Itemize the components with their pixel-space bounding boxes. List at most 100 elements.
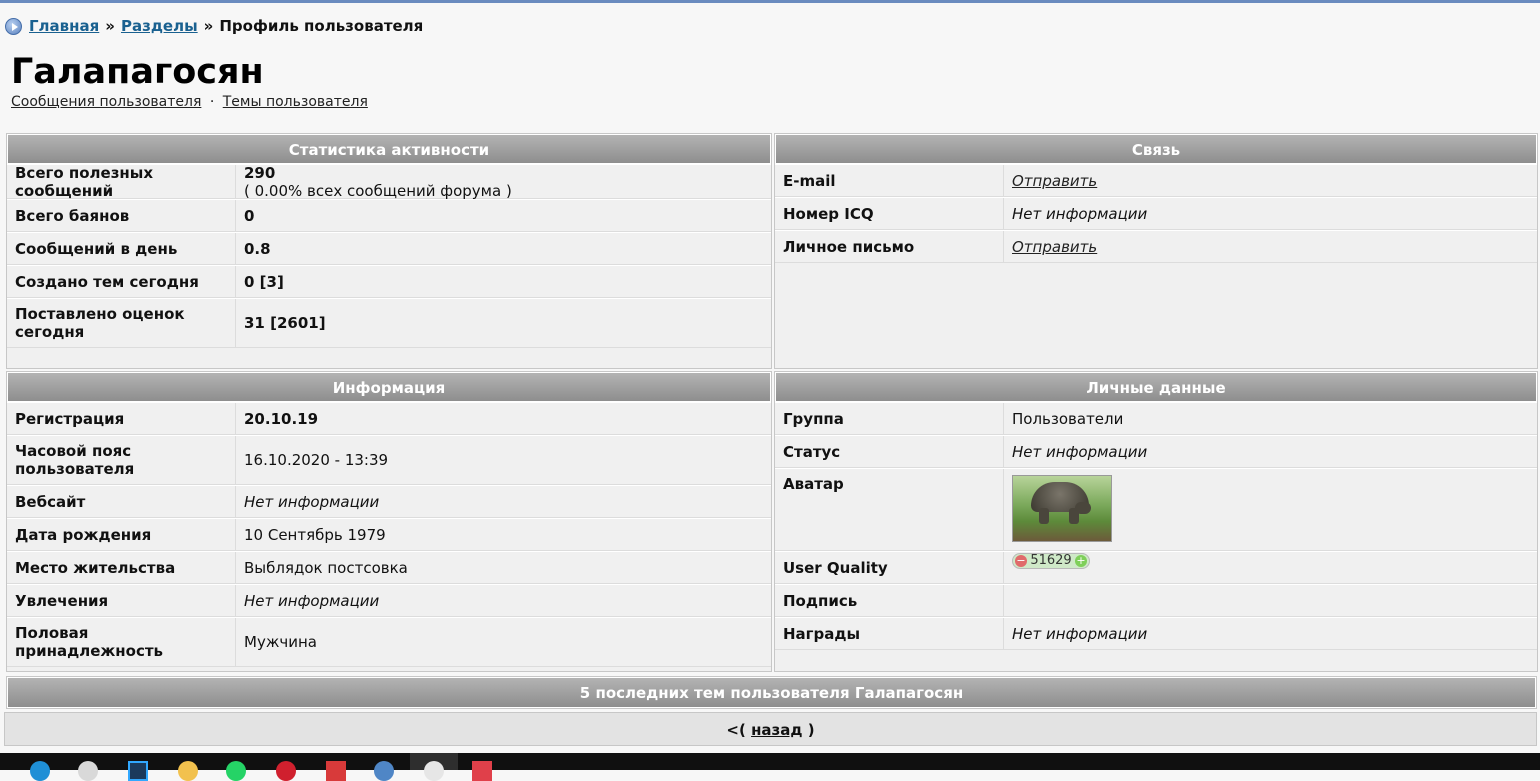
recent-topics-panel: 5 последних тем пользователя Галапагосян	[6, 676, 1537, 709]
info-value: 16.10.2020 - 13:39	[244, 451, 389, 469]
user-posts-link[interactable]: Сообщения пользователя	[11, 94, 201, 110]
stat-value: 290 ( 0.00% всех сообщений форума )	[236, 163, 771, 200]
info-value: Нет информации	[244, 492, 380, 511]
stat-label: Сообщений в день	[7, 233, 236, 264]
contact-label: Номер ICQ	[775, 198, 1004, 229]
info-label: Половая принадлежность	[7, 618, 236, 666]
info-value: 20.10.19	[244, 409, 319, 428]
personal-label: Статус	[775, 436, 1004, 467]
info-row-birthday: Дата рождения 10 Сентябрь 1979	[7, 518, 771, 551]
user-quality-value: 51629	[1030, 553, 1072, 568]
personal-value: Нет информации	[1012, 624, 1148, 643]
useful-percent: ( 0.00% всех сообщений форума )	[244, 181, 512, 200]
personal-row-signature: Подпись	[775, 584, 1537, 617]
recent-topics-title: 5 последних тем пользователя Галапагосян	[7, 677, 1536, 708]
photoshop-icon[interactable]	[128, 761, 148, 781]
personal-panel: Личные данные Группа Пользователи Статус…	[774, 371, 1538, 672]
user-topics-link[interactable]: Темы пользователя	[223, 94, 368, 110]
personal-label: User Quality	[775, 552, 1004, 583]
personal-value: Нет информации	[1012, 442, 1148, 461]
breadcrumb-separator: »	[203, 17, 214, 35]
personal-label: Подпись	[775, 585, 1004, 616]
personal-value	[1004, 585, 1537, 616]
rate-down-button[interactable]: −	[1015, 555, 1027, 567]
activity-panel: Статистика активности Всего полезных соо…	[6, 133, 772, 369]
folder-icon[interactable]	[178, 761, 198, 781]
contact-panel-title: Связь	[775, 134, 1537, 164]
top-border	[0, 0, 1540, 3]
link-separator: ·	[209, 94, 215, 110]
globe-icon[interactable]	[374, 761, 394, 781]
rate-up-button[interactable]: +	[1075, 555, 1087, 567]
info-value: Нет информации	[244, 591, 380, 610]
back-bar: <( назад )	[4, 712, 1537, 746]
info-row-gender: Половая принадлежность Мужчина	[7, 617, 771, 667]
chrome-icon[interactable]	[424, 761, 444, 781]
info-row-location: Место жительства Выблядок постсовка	[7, 551, 771, 584]
back-prefix: <(	[726, 721, 746, 739]
info-row-timezone: Часовой пояс пользователя 16.10.2020 - 1…	[7, 435, 771, 485]
info-label: Регистрация	[7, 403, 236, 434]
tortoise-head	[1075, 502, 1091, 514]
app-icon-red[interactable]	[472, 761, 492, 781]
info-panel-title: Информация	[7, 372, 771, 402]
activity-panel-title: Статистика активности	[7, 134, 771, 164]
personal-row-awards: Награды Нет информации	[775, 617, 1537, 650]
info-value: Мужчина	[244, 633, 317, 651]
info-row-registration: Регистрация 20.10.19	[7, 402, 771, 435]
stat-row-useful: Всего полезных сообщений 290 ( 0.00% все…	[7, 163, 771, 200]
contact-label: Личное письмо	[775, 231, 1004, 262]
personal-label: Аватар	[775, 469, 1004, 550]
stat-row-ratings: Поставлено оценок сегодня 31 [2601]	[7, 298, 771, 348]
play-icon	[5, 17, 22, 35]
app-icon[interactable]	[78, 761, 98, 781]
stat-row-bayans: Всего баянов 0	[7, 199, 771, 232]
calendar-icon[interactable]	[326, 761, 346, 781]
personal-label: Группа	[775, 403, 1004, 434]
contact-row-email: E-mail Отправить	[775, 164, 1537, 197]
useful-count: 290	[244, 163, 276, 182]
avatar-label: Аватар	[783, 475, 844, 493]
personal-row-group: Группа Пользователи	[775, 402, 1537, 435]
contact-value: Отправить	[1004, 231, 1537, 262]
info-panel: Информация Регистрация 20.10.19 Часовой …	[6, 371, 772, 672]
user-links: Сообщения пользователя · Темы пользовате…	[11, 94, 368, 110]
contact-value: Отправить	[1004, 165, 1537, 196]
whatsapp-icon[interactable]	[226, 761, 246, 781]
info-value: 10 Сентябрь 1979	[244, 525, 386, 544]
breadcrumb-separator: »	[105, 17, 115, 35]
personal-row-avatar: Аватар	[775, 468, 1537, 551]
info-label: Дата рождения	[7, 519, 236, 550]
personal-panel-title: Личные данные	[775, 372, 1537, 402]
stat-row-topics-today: Создано тем сегодня 0 [3]	[7, 265, 771, 298]
back-suffix: )	[807, 721, 815, 739]
stat-label: Поставлено оценок сегодня	[7, 299, 236, 347]
back-link[interactable]: назад	[751, 721, 802, 739]
send-email-link[interactable]: Отправить	[1012, 172, 1529, 190]
stat-row-perday: Сообщений в день 0.8	[7, 232, 771, 265]
opera-icon[interactable]	[276, 761, 296, 781]
personal-row-user-quality: User Quality − 51629 +	[775, 551, 1537, 584]
contact-row-icq: Номер ICQ Нет информации	[775, 197, 1537, 230]
stat-value: 0 [3]	[244, 272, 284, 291]
contact-label: E-mail	[775, 165, 1004, 196]
personal-row-status: Статус Нет информации	[775, 435, 1537, 468]
breadcrumb-current: Профиль пользователя	[219, 17, 424, 35]
info-label: Часовой пояс пользователя	[7, 436, 236, 484]
send-pm-link[interactable]: Отправить	[1012, 238, 1529, 256]
personal-value: − 51629 +	[1004, 552, 1537, 583]
info-value: Выблядок постсовка	[244, 558, 408, 577]
edge-icon[interactable]	[30, 761, 50, 781]
contact-panel: Связь E-mail Отправить Номер ICQ Нет инф…	[774, 133, 1538, 369]
taskbar	[0, 753, 1540, 781]
breadcrumb-home-link[interactable]: Главная	[29, 17, 99, 35]
breadcrumb: Главная » Разделы » Профиль пользователя	[5, 16, 423, 36]
avatar	[1012, 475, 1112, 542]
breadcrumb-sections-link[interactable]: Разделы	[121, 17, 198, 35]
stat-value: 0	[244, 206, 255, 225]
personal-value	[1004, 469, 1537, 550]
user-quality-rating: − 51629 +	[1012, 553, 1090, 569]
stat-value: 31 [2601]	[244, 314, 326, 332]
info-row-website: Вебсайт Нет информации	[7, 485, 771, 518]
info-label: Место жительства	[7, 552, 236, 583]
